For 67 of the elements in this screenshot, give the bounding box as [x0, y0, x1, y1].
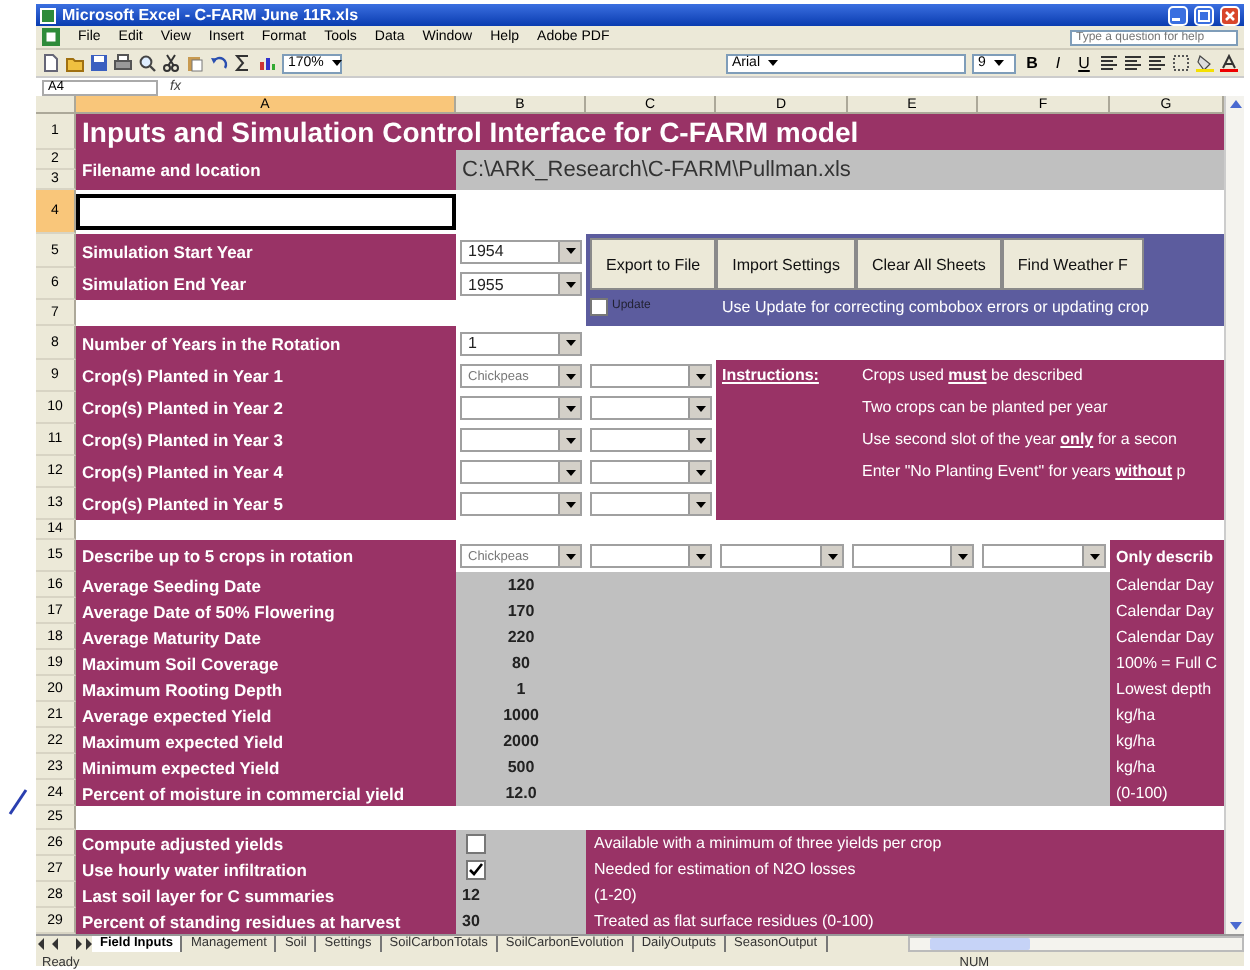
- panel-note: Use Update for correcting combobox errors or updating crop: [722, 297, 1149, 315]
- dropdown[interactable]: 1954: [460, 239, 582, 263]
- note-text: Available with a minimum of three yields per crop: [594, 832, 942, 856]
- value-cell: 1000: [456, 702, 586, 728]
- field-label: Minimum expected Yield: [76, 754, 456, 780]
- value-cell: 220: [456, 624, 586, 650]
- field-label: Maximum Soil Coverage: [76, 650, 456, 676]
- field-label: Crop(s) Planted in Year 4: [76, 456, 456, 488]
- field-label: Percent of standing residues at harvest: [76, 908, 456, 934]
- bold-button[interactable]: B: [1022, 53, 1042, 73]
- instruction-text: Enter "No Planting Event" for years without p: [862, 460, 1186, 484]
- unit-text: Calendar Day: [1110, 572, 1224, 598]
- unit-text: 100% = Full C: [1110, 650, 1224, 676]
- field-label: Use hourly water infiltration: [76, 856, 456, 882]
- field-label: Simulation End Year: [76, 268, 456, 300]
- field-label: Average expected Yield: [76, 702, 456, 728]
- field-label: Number of Years in the Rotation: [76, 326, 456, 360]
- dropdown[interactable]: 1955: [460, 272, 582, 296]
- value-cell: 1: [456, 676, 586, 702]
- field-label: Maximum expected Yield: [76, 728, 456, 754]
- field-label: Crop(s) Planted in Year 1: [76, 360, 456, 392]
- value-cell: 120: [456, 572, 586, 598]
- field-label: Last soil layer for C summaries: [76, 882, 456, 908]
- note-text: Needed for estimation of N2O losses: [594, 858, 856, 882]
- instructions-heading: Instructions:: [722, 364, 821, 388]
- field-label: Percent of moisture in commercial yield: [76, 780, 456, 806]
- instruction-text: Use second slot of the year only for a secon: [862, 428, 1177, 452]
- column-note: Only describ: [1110, 540, 1224, 572]
- sheet-title: Inputs and Simulation Control Interface for C-FARM model: [76, 114, 1224, 150]
- instruction-text: Crops used must be described: [862, 364, 1083, 388]
- value-cell: 30: [456, 908, 586, 934]
- field-label: Average Date of 50% Flowering: [76, 598, 456, 624]
- filename-value: C:\ARK_Research\C-FARM\Pullman.xls: [456, 150, 1224, 190]
- instruction-text: Two crops can be planted per year: [862, 396, 1108, 420]
- toolbar-button[interactable]: Clear All Sheets: [855, 238, 1002, 290]
- value-cell: 500: [456, 754, 586, 780]
- field-label: Average Maturity Date: [76, 624, 456, 650]
- value-cell: 12: [456, 882, 586, 908]
- field-label: Crop(s) Planted in Year 5: [76, 488, 456, 520]
- value-cell: 2000: [456, 728, 586, 754]
- field-label: Filename and location: [76, 150, 456, 190]
- field-label: Describe up to 5 crops in rotation: [76, 540, 456, 572]
- unit-text: kg/ha: [1110, 754, 1224, 780]
- field-label: Average Seeding Date: [76, 572, 456, 598]
- unit-text: Calendar Day: [1110, 624, 1224, 650]
- window-title: Microsoft Excel - C-FARM June 11R.xls: [62, 6, 361, 24]
- note-text: (1-20): [594, 884, 637, 908]
- field-label: Crop(s) Planted in Year 3: [76, 424, 456, 456]
- toolbar-button[interactable]: Import Settings: [716, 238, 856, 290]
- field-label: Compute adjusted yields: [76, 830, 456, 856]
- unit-text: (0-100): [1110, 780, 1224, 806]
- unit-text: kg/ha: [1110, 702, 1224, 728]
- field-label: Simulation Start Year: [76, 234, 456, 268]
- unit-text: Calendar Day: [1110, 598, 1224, 624]
- unit-text: Lowest depth: [1110, 676, 1224, 702]
- toolbar-button[interactable]: Find Weather F: [1001, 238, 1144, 290]
- field-label: Maximum Rooting Depth: [76, 676, 456, 702]
- unit-text: kg/ha: [1110, 728, 1224, 754]
- underline-button[interactable]: U: [1074, 53, 1094, 73]
- field-label: Crop(s) Planted in Year 2: [76, 392, 456, 424]
- dropdown[interactable]: 1: [460, 331, 582, 355]
- value-cell: 12.0: [456, 780, 586, 806]
- value-cell: 80: [456, 650, 586, 676]
- toolbar-button[interactable]: Export to File: [590, 238, 717, 290]
- italic-button[interactable]: I: [1048, 53, 1068, 73]
- note-text: Treated as flat surface residues (0-100): [594, 910, 874, 934]
- value-cell: 170: [456, 598, 586, 624]
